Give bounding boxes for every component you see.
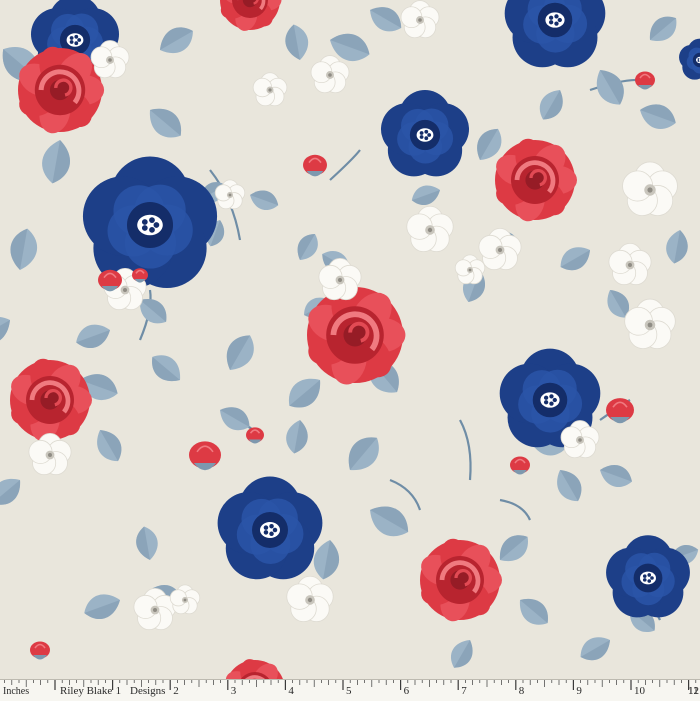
floral-fabric-print — [0, 0, 700, 700]
ruler-number: 7 — [461, 686, 467, 697]
ruler-unit-label: Inches — [3, 686, 29, 697]
ruler-number: 10 — [634, 686, 645, 697]
ruler-number: 12 — [688, 686, 699, 697]
ruler-number: 8 — [519, 686, 525, 697]
ruler-number: 5 — [346, 686, 352, 697]
ruler-number: 9 — [576, 686, 582, 697]
selvage-ruler: Inches Riley Blake Designs 1234567891011… — [0, 679, 700, 701]
ruler-number: 2 — [173, 686, 179, 697]
ruler-number: 3 — [231, 686, 237, 697]
ruler-number: 1 — [116, 686, 122, 697]
ruler-number: 6 — [404, 686, 410, 697]
ruler-number: 4 — [288, 686, 294, 697]
brand-name: Riley Blake — [60, 686, 112, 697]
brand-suffix: Designs — [130, 686, 165, 697]
